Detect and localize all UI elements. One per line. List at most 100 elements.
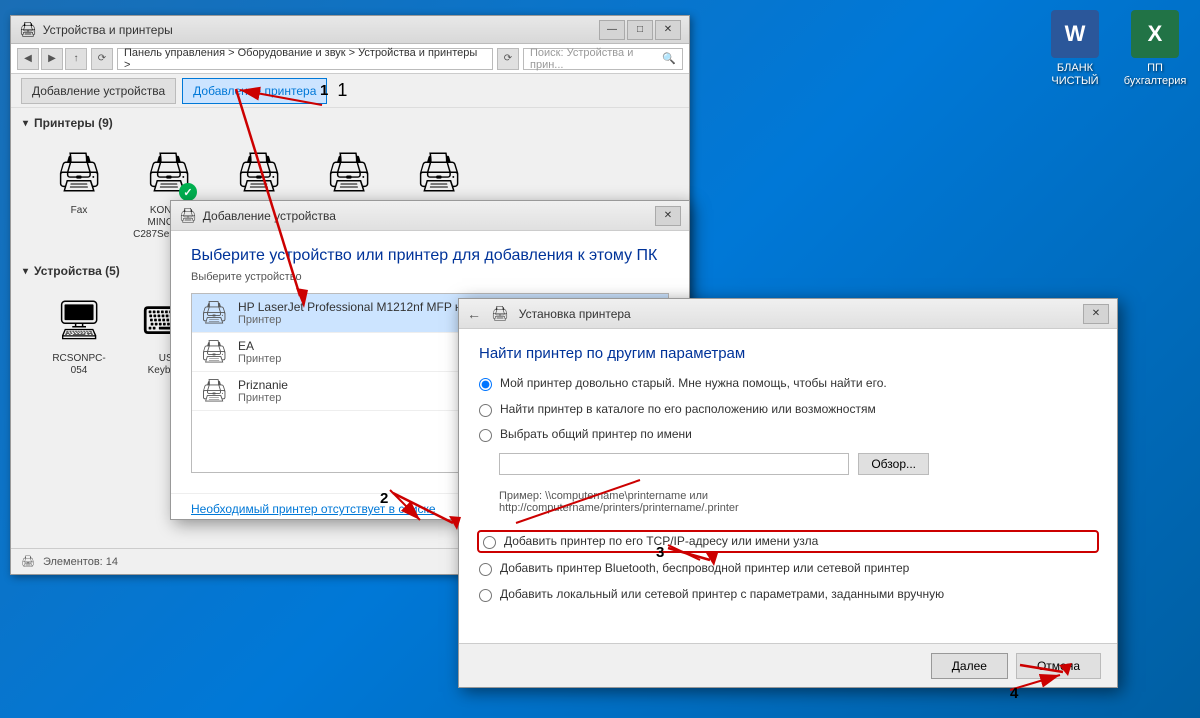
search-icon: 🔍: [662, 52, 676, 65]
breadcrumb-text: Панель управления > Оборудование и звук …: [124, 47, 486, 71]
browse-button[interactable]: Обзор...: [858, 453, 929, 475]
printer-dialog-body: Найти принтер по другим параметрам Мой п…: [459, 329, 1117, 687]
search-placeholder: Поиск: Устройства и прин...: [530, 47, 662, 71]
ea-printer-text: EA Принтер: [238, 339, 281, 365]
konica3-icon-wrap: 🖨: [321, 145, 377, 201]
fax-label: Fax: [71, 205, 88, 217]
radio-group: Мой принтер довольно старый. Мне нужна п…: [479, 376, 1097, 603]
up-button[interactable]: ↑: [65, 48, 87, 70]
annotation-1: 1: [320, 82, 328, 99]
word-icon: W: [1051, 10, 1099, 58]
fax-icon: 🖨: [55, 151, 103, 195]
printers-chevron: ▾: [23, 118, 28, 129]
window-title-left: 🖨 Устройства и принтеры: [19, 21, 173, 38]
desktop: W БЛАНК ЧИСТЫЙ X ПП бухгалтерия 🖨 Устрой…: [0, 0, 1200, 718]
printer-setup-titlebar: ← 🖨 Установка принтера ✕: [459, 299, 1117, 329]
add-device-close[interactable]: ✕: [655, 206, 681, 226]
device-rcsonpc[interactable]: 🖥 RCSONPC-054: [39, 286, 119, 396]
maximize-button[interactable]: □: [627, 20, 653, 40]
radio-bluetooth-input[interactable]: [479, 563, 492, 576]
add-device-title: 🖨 Добавление устройства: [179, 207, 336, 224]
refresh-button[interactable]: ⟳: [91, 48, 113, 70]
back-button[interactable]: ◀: [17, 48, 39, 70]
radio-tcpip[interactable]: Добавить принтер по его TCP/IP-адресу ил…: [479, 532, 1097, 552]
add-device-title-text: Добавление устройства: [203, 209, 336, 223]
radio-shared-name-input[interactable]: [479, 429, 492, 442]
excel-label: ПП бухгалтерия: [1120, 62, 1190, 88]
desktop-icons: W БЛАНК ЧИСТЫЙ X ПП бухгалтерия: [1040, 10, 1190, 88]
address-bar: ◀ ▶ ↑ ⟳ Панель управления > Оборудование…: [11, 44, 689, 74]
priznanie-printer-text: Priznanie Принтер: [238, 378, 288, 404]
refresh-btn2[interactable]: ⟳: [497, 48, 519, 70]
printer-dialog-footer: Далее Отмена: [459, 643, 1117, 687]
radio-bluetooth-label: Добавить принтер Bluetooth, беспроводной…: [500, 561, 909, 577]
konica2-icon-wrap: 🖨: [231, 145, 287, 201]
shared-name-input-row: Обзор...: [499, 453, 1097, 475]
ea-printer-icon: 🖨: [200, 339, 228, 365]
rcsonpc-icon-wrap: 🖥: [51, 293, 107, 349]
radio-local-input[interactable]: [479, 589, 492, 602]
printer-fax[interactable]: 🖨 Fax: [39, 138, 119, 248]
radio-catalog-label: Найти принтер в каталоге по его располож…: [500, 402, 876, 418]
status-text: Элементов: 14: [43, 556, 118, 568]
next-button[interactable]: Далее: [931, 653, 1008, 679]
radio-tcpip-input[interactable]: [483, 536, 496, 549]
close-button[interactable]: ✕: [655, 20, 681, 40]
add-device-heading: Выберите устройство или принтер для доба…: [191, 247, 669, 265]
forward-button[interactable]: ▶: [41, 48, 63, 70]
devices-chevron: ▾: [23, 266, 28, 277]
konica1-icon-wrap: 🖨 ✓: [141, 145, 197, 201]
add-device-subheading: Выберите устройство: [191, 271, 669, 283]
excel-icon: X: [1131, 10, 1179, 58]
add-device-button[interactable]: Добавление устройства: [21, 78, 176, 104]
input-hint: Пример: \\computername\printername илиht…: [499, 487, 1097, 514]
annotation-3: 3: [656, 544, 664, 561]
main-window-titlebar: 🖨 Устройства и принтеры — □ ✕: [11, 16, 689, 44]
input-hint-text: Пример: \\computername\printername илиht…: [499, 490, 1097, 514]
word-label: БЛАНК ЧИСТЫЙ: [1040, 62, 1110, 88]
fax-icon-wrap: 🖨: [51, 145, 107, 201]
minimize-button[interactable]: —: [599, 20, 625, 40]
desktop-icon-word[interactable]: W БЛАНК ЧИСТЫЙ: [1040, 10, 1110, 88]
konica2-icon: 🖨: [235, 151, 283, 195]
desktop-icon-excel[interactable]: X ПП бухгалтерия: [1120, 10, 1190, 88]
devices-section-label: Устройства (5): [34, 264, 120, 278]
shared-name-input[interactable]: [499, 453, 849, 475]
printer-setup-dialog: ← 🖨 Установка принтера ✕ Найти принтер п…: [458, 298, 1118, 688]
radio-shared-name-label: Выбрать общий принтер по имени: [500, 427, 692, 443]
printers-section-header[interactable]: ▾ Принтеры (9): [23, 116, 677, 130]
printer-setup-title: ← 🖨 Установка принтера: [467, 305, 631, 322]
window-icon: 🖨: [19, 21, 37, 38]
add-device-titlebar: 🖨 Добавление устройства ✕: [171, 201, 689, 231]
rcsonpc-icon: 🖥: [55, 299, 103, 343]
radio-catalog-input[interactable]: [479, 404, 492, 417]
printer-setup-title-text: Установка принтера: [519, 307, 631, 321]
default-checkmark: ✓: [179, 183, 197, 201]
add-printer-button[interactable]: Добавление принтера: [182, 78, 327, 104]
missing-printer-link[interactable]: Необходимый принтер отсутствует в списке: [191, 502, 436, 516]
nav-arrows: ◀ ▶ ↑: [17, 48, 87, 70]
radio-local[interactable]: Добавить локальный или сетевой принтер с…: [479, 587, 1097, 603]
radio-shared-name[interactable]: Выбрать общий принтер по имени: [479, 427, 1097, 443]
breadcrumb: Панель управления > Оборудование и звук …: [117, 48, 493, 70]
printer-dialog-heading: Найти принтер по другим параметрам: [479, 345, 1097, 362]
konica3-icon: 🖨: [325, 151, 373, 195]
priznanie-printer-type: Принтер: [238, 392, 288, 404]
radio-local-label: Добавить локальный или сетевой принтер с…: [500, 587, 944, 603]
radio-catalog[interactable]: Найти принтер в каталоге по его располож…: [479, 402, 1097, 418]
p4-icon-wrap: 🖨: [411, 145, 467, 201]
search-bar[interactable]: Поиск: Устройства и прин... 🔍: [523, 48, 683, 70]
window-controls: — □ ✕: [599, 20, 681, 40]
printer-setup-controls: ✕: [1083, 304, 1109, 324]
printers-section-label: Принтеры (9): [34, 116, 113, 130]
back-arrow-icon[interactable]: ←: [467, 306, 481, 322]
printer-dialog-main: Найти принтер по другим параметрам Мой п…: [459, 329, 1117, 687]
radio-old-printer-input[interactable]: [479, 378, 492, 391]
radio-old-printer[interactable]: Мой принтер довольно старый. Мне нужна п…: [479, 376, 1097, 392]
printer-setup-close[interactable]: ✕: [1083, 304, 1109, 324]
number-annotation-1: 1: [337, 80, 347, 101]
p4-icon: 🖨: [415, 151, 463, 195]
status-icon: 🖨: [21, 555, 35, 568]
cancel-button[interactable]: Отмена: [1016, 653, 1101, 679]
radio-bluetooth[interactable]: Добавить принтер Bluetooth, беспроводной…: [479, 561, 1097, 577]
